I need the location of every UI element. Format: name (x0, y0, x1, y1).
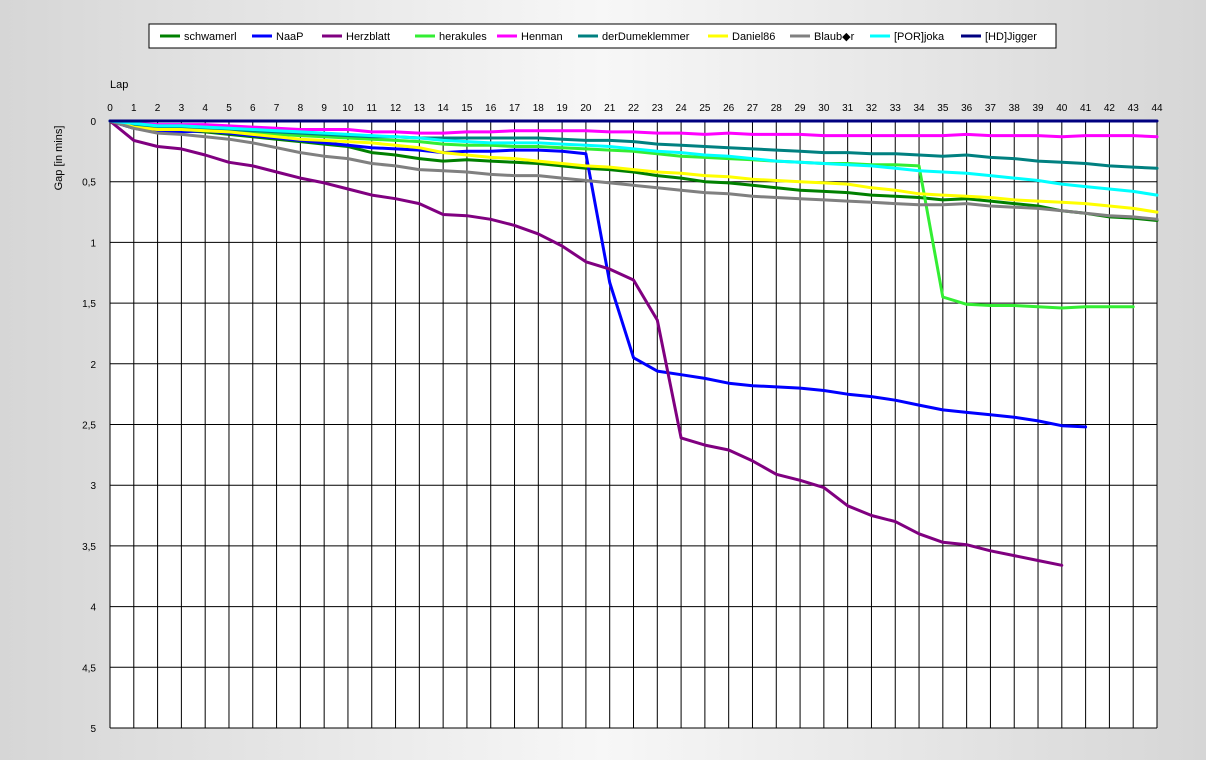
x-tick-label: 4 (202, 103, 208, 114)
x-tick-label: 36 (961, 103, 973, 114)
x-tick-label: 2 (155, 103, 161, 114)
x-tick-label: 0 (107, 103, 113, 114)
y-tick-label: 5 (90, 724, 96, 735)
x-tick-label: 24 (676, 103, 688, 114)
x-tick-label: 38 (1009, 103, 1021, 114)
x-tick-label: 43 (1128, 103, 1140, 114)
legend-label: herakules (439, 31, 487, 43)
y-tick-label: 0,5 (82, 178, 96, 189)
x-tick-label: 40 (1056, 103, 1068, 114)
x-tick-label: 32 (866, 103, 878, 114)
y-tick-label: 3 (90, 481, 96, 492)
legend-label: Daniel86 (732, 31, 775, 43)
legend-label: [HD]Jigger (985, 31, 1037, 43)
x-tick-label: 19 (557, 103, 569, 114)
x-tick-label: 7 (274, 103, 280, 114)
x-tick-label: 11 (367, 103, 378, 114)
x-tick-label: 29 (795, 103, 807, 114)
x-tick-label: 25 (699, 103, 711, 114)
x-tick-label: 15 (461, 103, 473, 114)
x-tick-label: 33 (890, 103, 902, 114)
x-tick-label: 16 (485, 103, 497, 114)
y-tick-label: 4,5 (82, 663, 96, 674)
x-tick-label: 26 (723, 103, 735, 114)
x-tick-label: 20 (580, 103, 592, 114)
x-tick-label: 44 (1151, 103, 1163, 114)
x-tick-label: 12 (390, 103, 402, 114)
legend-label: Blaub◆r (814, 31, 855, 43)
legend-label: NaaP (276, 31, 304, 43)
x-tick-label: 31 (842, 103, 854, 114)
x-axis-title: Lap (110, 79, 128, 91)
legend-label: schwamerl (184, 31, 237, 43)
legend-label: Henman (521, 31, 563, 43)
x-tick-label: 18 (533, 103, 545, 114)
x-tick-label: 30 (818, 103, 830, 114)
y-tick-label: 1 (90, 238, 96, 249)
y-tick-label: 1,5 (82, 299, 96, 310)
x-tick-label: 5 (226, 103, 232, 114)
x-tick-label: 42 (1104, 103, 1116, 114)
x-tick-label: 9 (321, 103, 327, 114)
x-tick-label: 17 (509, 103, 521, 114)
lap-gap-chart: schwamerl NaaP Herzblatt herakules Henman der… (53, 23, 1163, 735)
legend-label: Herzblatt (346, 31, 390, 43)
x-tick-label: 39 (1032, 103, 1044, 114)
legend-label: [POR]joka (894, 31, 945, 43)
y-tick-label: 2,5 (82, 421, 96, 432)
legend-label: derDumeklemmer (602, 31, 690, 43)
y-tick-label: 0 (90, 117, 96, 128)
x-tick-label: 6 (250, 103, 256, 114)
x-tick-label: 22 (628, 103, 640, 114)
legend: schwamerl NaaP Herzblatt herakules Henman der… (148, 23, 1057, 49)
x-tick-label: 14 (438, 103, 450, 114)
x-tick-label: 41 (1080, 103, 1092, 114)
y-axis-title: Gap [in mins] (53, 126, 65, 191)
y-tick-label: 2 (90, 360, 96, 371)
x-tick-label: 35 (937, 103, 949, 114)
y-tick-label: 3,5 (82, 542, 96, 553)
x-tick-label: 37 (985, 103, 997, 114)
x-tick-label: 23 (652, 103, 664, 114)
x-tick-label: 34 (913, 103, 925, 114)
x-tick-label: 8 (298, 103, 304, 114)
x-tick-label: 3 (179, 103, 185, 114)
x-tick-label: 21 (604, 103, 616, 114)
x-tick-label: 10 (342, 103, 354, 114)
x-tick-label: 1 (131, 103, 137, 114)
y-tick-label: 4 (90, 603, 96, 614)
x-tick-label: 13 (414, 103, 426, 114)
x-tick-label: 28 (771, 103, 783, 114)
x-tick-label: 27 (747, 103, 759, 114)
